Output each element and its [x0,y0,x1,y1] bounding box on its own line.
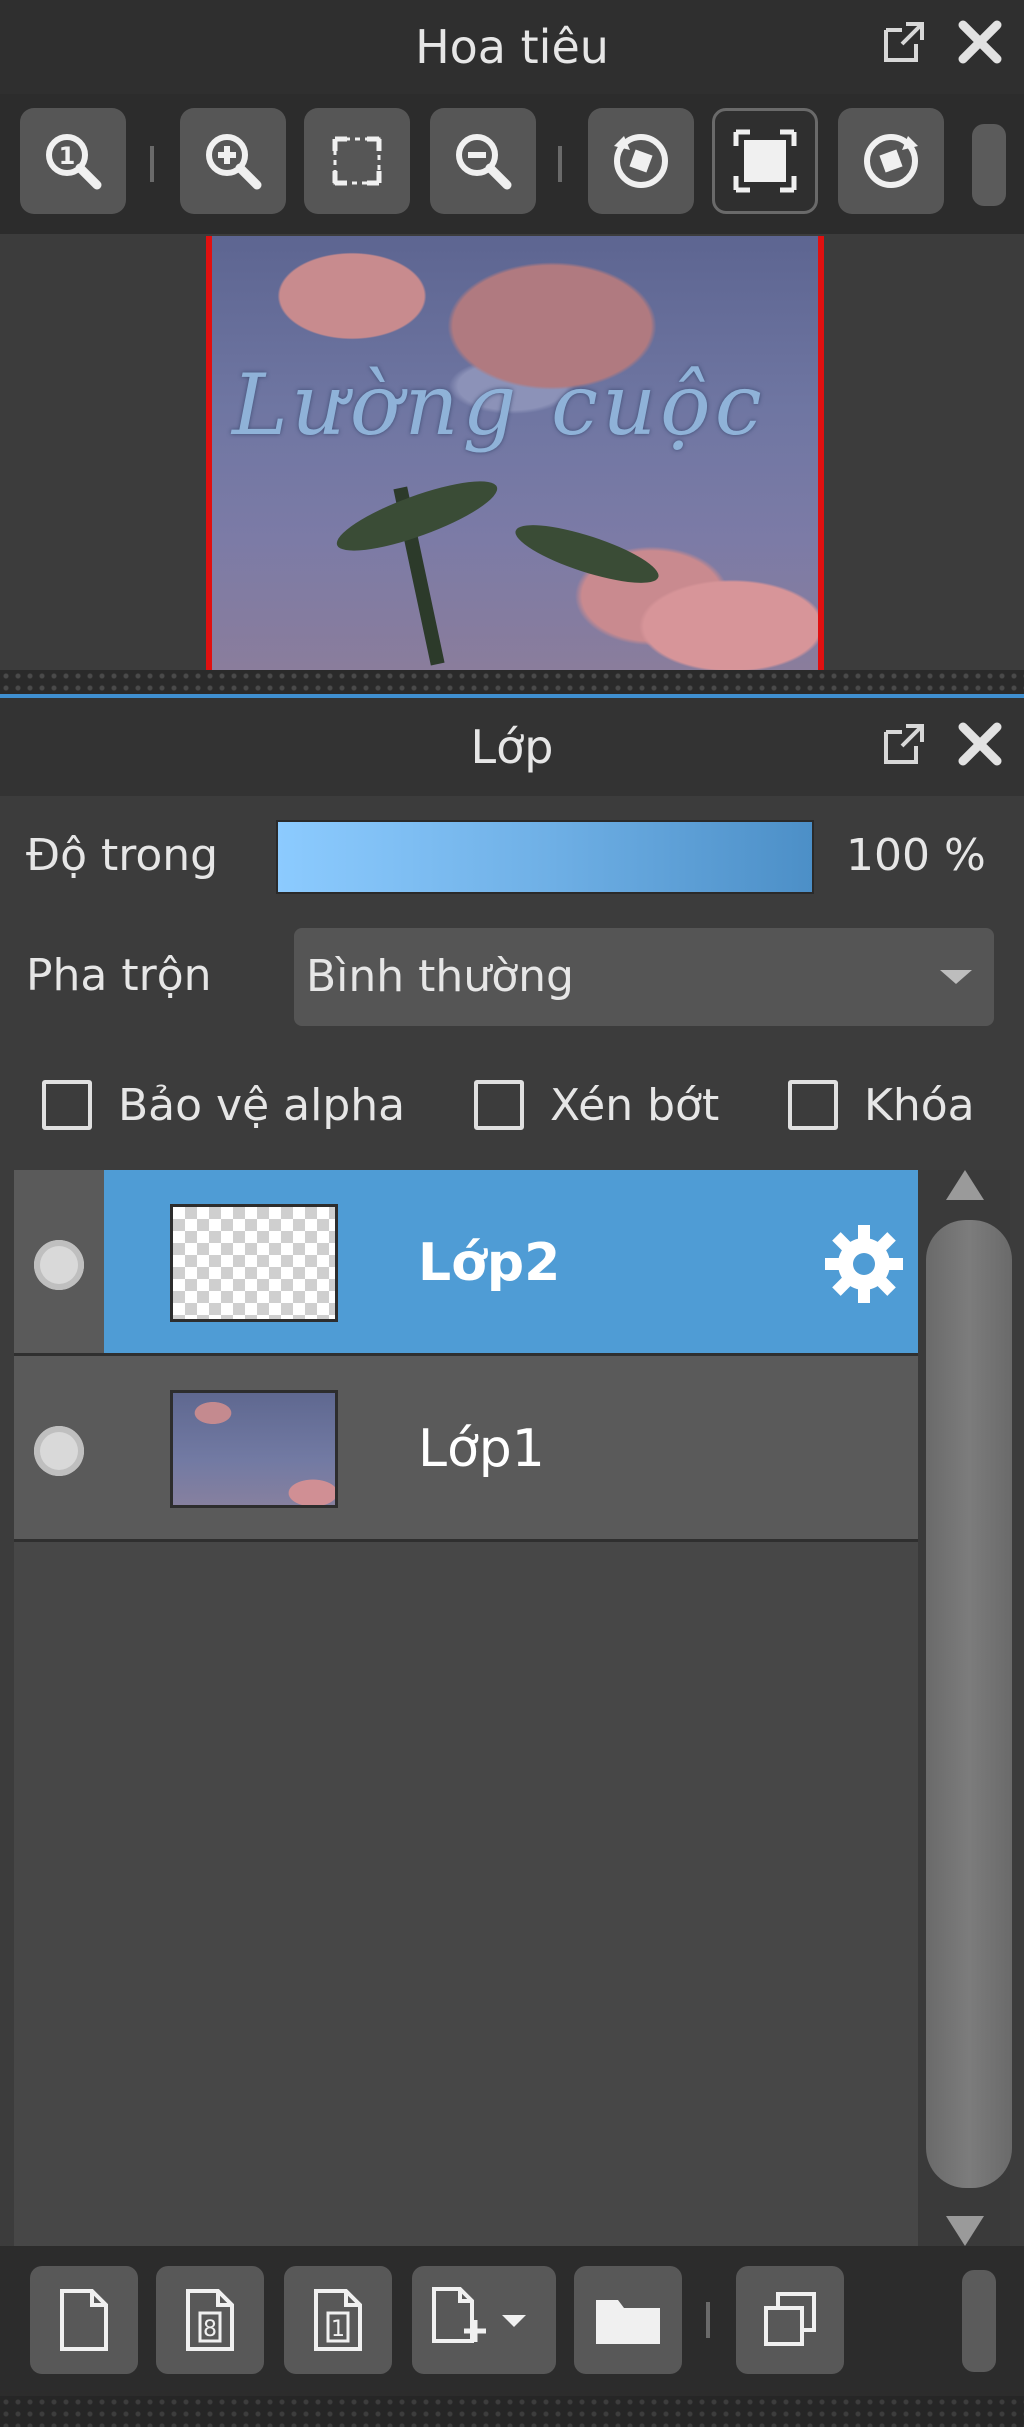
panel-splitter[interactable] [0,670,1024,694]
8bit-layer-icon: 8 [186,2289,234,2351]
layer-name: Lớp1 [418,1419,545,1479]
duplicate-icon [764,2292,816,2346]
lock-checkbox[interactable]: Khóa [788,1072,975,1138]
layers-header: Lớp [0,698,1024,796]
blend-mode-value: Bình thường [306,951,574,1002]
checkbox-box[interactable] [42,1080,92,1130]
protect-alpha-label: Bảo vệ alpha [118,1079,406,1131]
opacity-slider[interactable] [276,820,814,894]
layer-thumbnail [170,1204,338,1322]
add-layer-menu-button[interactable] [412,2266,556,2374]
gear-icon[interactable] [820,1220,908,1308]
clipping-checkbox[interactable]: Xén bớt [474,1072,719,1138]
zoom-actual-icon: 1 [46,134,102,190]
rotate-left-icon [614,134,668,188]
navigator-toolbar: 1 [0,94,1024,234]
layer-row[interactable]: Lớp1 [14,1356,918,1542]
toolbar-separator [706,2302,710,2338]
checkbox-box[interactable] [788,1080,838,1130]
rotate-right-icon [864,134,918,188]
svg-text:1: 1 [59,142,76,170]
navigator-header: Hoa tiêu [0,0,1024,94]
reset-rotation-icon [733,129,797,193]
blend-mode-label: Pha trộn [26,950,212,1001]
scrollbar-thumb[interactable] [926,1220,1012,2188]
zoom-in-button[interactable] [180,108,286,214]
layer-name: Lớp2 [418,1233,561,1293]
opacity-value: 100 % [846,830,986,881]
toolbar-separator [150,146,154,182]
checkbox-box[interactable] [474,1080,524,1130]
zoom-out-button[interactable] [430,108,536,214]
layers-title: Lớp [470,720,554,774]
chevron-down-icon [940,970,972,984]
reset-rotation-button[interactable] [712,108,818,214]
new-folder-button[interactable] [574,2266,682,2374]
fit-to-window-icon [332,136,382,186]
opacity-label: Độ trong [26,830,219,881]
zoom-actual-button[interactable]: 1 [20,108,126,214]
zoom-out-icon [456,134,512,190]
layer-list-scrollbar[interactable] [918,1170,1012,2246]
layer-list[interactable]: Lớp2 Lớp1 [14,1170,918,2246]
new-1bit-layer-button[interactable]: 1 [284,2266,392,2374]
navigator-preview-area[interactable]: Lường cuộc [0,234,1024,670]
svg-text:1: 1 [331,2317,345,2342]
rotate-left-button[interactable] [588,108,694,214]
zoom-in-icon [206,134,262,190]
navigator-title: Hoa tiêu [415,20,609,74]
rotate-right-button[interactable] [838,108,944,214]
scroll-down-icon[interactable] [946,2216,984,2246]
svg-text:8: 8 [203,2317,217,2342]
add-layer-dropdown-icon [432,2287,526,2343]
close-icon[interactable] [952,716,1008,772]
visibility-toggle-icon[interactable] [34,1240,84,1290]
toolbar-scroll-handle[interactable] [962,2270,996,2372]
preview-script-text: Lường cuộc [232,356,766,454]
popout-icon[interactable] [876,14,932,70]
protect-alpha-checkbox[interactable]: Bảo vệ alpha [42,1072,405,1138]
popout-icon[interactable] [876,716,932,772]
new-layer-icon [60,2289,108,2351]
layer-thumbnail [170,1390,338,1508]
fit-to-window-button[interactable] [304,108,410,214]
toolbar-scroll-handle[interactable] [972,124,1006,206]
visibility-toggle-icon[interactable] [34,1426,84,1476]
new-8bit-layer-button[interactable]: 8 [156,2266,264,2374]
blend-mode-select[interactable]: Bình thường [294,928,994,1026]
layer-row[interactable]: Lớp2 [14,1170,918,1356]
lock-label: Khóa [864,1079,975,1131]
duplicate-layer-button[interactable] [736,2266,844,2374]
close-icon[interactable] [952,14,1008,70]
1bit-layer-icon: 1 [314,2289,362,2351]
folder-icon [596,2300,660,2344]
canvas-preview-image[interactable]: Lường cuộc [206,236,824,670]
clipping-label: Xén bớt [550,1079,720,1131]
panel-bottom-edge [0,2396,1024,2427]
new-layer-button[interactable] [30,2266,138,2374]
opacity-slider-fill [278,822,812,892]
toolbar-separator [558,146,562,182]
scroll-up-icon[interactable] [946,1170,984,1200]
layers-toolbar: 8 1 [0,2246,1024,2396]
